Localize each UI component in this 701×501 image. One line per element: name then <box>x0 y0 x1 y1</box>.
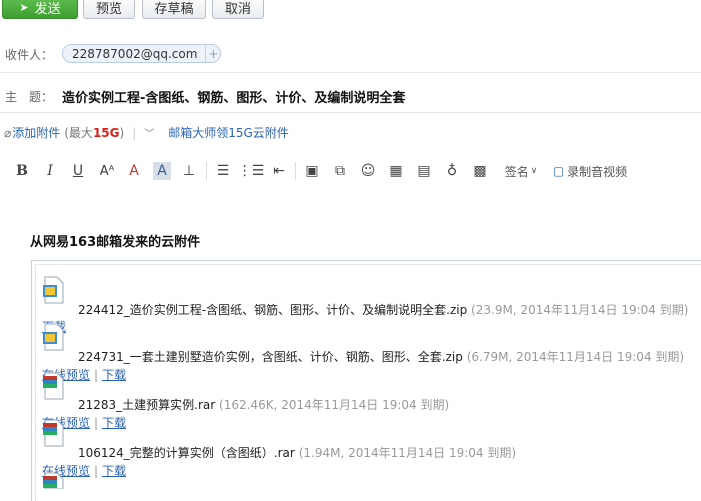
attachment-file-name: 106124_完整的计算实例（含图纸）.rar (1.94M, 2014年11月… <box>78 446 517 460</box>
download-link[interactable]: 下载 <box>102 368 126 382</box>
separator: | <box>132 125 137 140</box>
attachment-file-name: 224731_一套土建别墅造价实例，含图纸、计价、钢筋、图形、全套.zip (6… <box>78 350 685 364</box>
cloud-attachment-title: 从网易163邮箱发来的云附件 <box>30 235 201 250</box>
highlight-color-icon[interactable]: A <box>153 162 171 180</box>
zip-file-icon <box>43 276 64 304</box>
paperclip-icon: ⌀ <box>4 125 12 140</box>
attachment-file-name: 224412_造价实例工程-含图纸、钢筋、图形、计价、及编制说明全套.zip (… <box>78 303 689 317</box>
download-link[interactable]: 下载 <box>102 416 126 430</box>
chevron-down-icon[interactable]: ﹀ <box>144 125 154 140</box>
align-icon[interactable]: ☰ <box>215 160 231 182</box>
chevron-down-icon: ∨ <box>530 166 538 176</box>
add-recipient-button[interactable]: + <box>205 45 220 62</box>
separator <box>295 162 296 180</box>
attachment-limit-suffix: ) <box>119 125 125 140</box>
format-brush-icon[interactable]: ⊥ <box>181 160 197 182</box>
recipient-email: 228787002@qq.com <box>72 46 198 61</box>
rar-file-icon <box>43 372 64 400</box>
attachment-limit-value: 15G <box>92 125 120 140</box>
subject-field[interactable]: 造价实例工程-含图纸、钢筋、图形、计价、及编制说明全套 <box>62 87 405 106</box>
table-icon[interactable]: ▦ <box>388 160 404 182</box>
underline-icon[interactable]: U <box>70 160 86 182</box>
indent-icon[interactable]: ⇤ <box>271 160 287 182</box>
record-video-button[interactable]: ▢ 录制音视频 <box>550 160 630 182</box>
cloud-attachment-link[interactable]: 邮箱大师领15G云附件 <box>168 124 289 141</box>
attachment-row: ⌀ 添加附件 (最大 15G ) | ﹀ 邮箱大师领15G云附件 <box>4 124 289 141</box>
bold-icon[interactable]: B <box>14 160 30 182</box>
signature-dropdown[interactable]: 签名 ∨ <box>502 160 540 182</box>
font-color-icon[interactable]: A <box>126 160 142 182</box>
subject-label: 主 题： <box>5 90 54 104</box>
attachment-file-name: 21283_土建预算实例.rar (162.46K, 2014年11月14日 1… <box>78 398 450 412</box>
send-button[interactable]: ➤ 发送 <box>2 0 78 19</box>
rar-file-icon <box>43 419 64 447</box>
video-icon: ▢ <box>552 164 565 178</box>
editor-toolbar: B I U Aᴬ A A ⊥ ☰ ⋮☰ ⇤ ▣ ⧉ ☺ ▦ ▤ ♁ ▩ 签名 ∨ … <box>0 160 701 184</box>
recipient-label: 收件人： <box>5 48 54 62</box>
emoji-icon[interactable]: ☺ <box>360 160 376 182</box>
rar-file-icon <box>43 472 64 489</box>
recipient-chip[interactable]: 228787002@qq.com + <box>62 44 222 63</box>
bulleted-list-icon[interactable]: ⋮☰ <box>238 160 265 182</box>
letter-paper-icon[interactable]: ▩ <box>472 160 488 182</box>
screenshot-icon[interactable]: ⧉ <box>331 160 349 182</box>
cancel-button[interactable]: 取消 <box>212 0 264 19</box>
separator <box>206 162 207 180</box>
calendar-icon[interactable]: ▤ <box>416 160 432 182</box>
cloud-attachment-box <box>31 260 701 501</box>
italic-icon[interactable]: I <box>42 160 58 182</box>
download-link[interactable]: 下载 <box>102 464 126 478</box>
image-icon[interactable]: ▣ <box>304 160 320 182</box>
divider <box>0 72 701 73</box>
font-size-icon[interactable]: Aᴬ <box>97 160 117 182</box>
zip-file-icon <box>43 323 64 351</box>
add-attachment-link[interactable]: 添加附件 <box>12 124 60 141</box>
attachment-limit-prefix: (最大 <box>64 126 93 140</box>
preview-button[interactable]: 预览 <box>83 0 135 19</box>
save-draft-button[interactable]: 存草稿 <box>142 0 206 19</box>
send-icon: ➤ <box>19 1 29 14</box>
divider <box>0 112 701 113</box>
microphone-icon[interactable]: ♁ <box>444 160 460 182</box>
compose-toolbar: ➤ 发送 预览 存草稿 取消 <box>0 0 701 22</box>
